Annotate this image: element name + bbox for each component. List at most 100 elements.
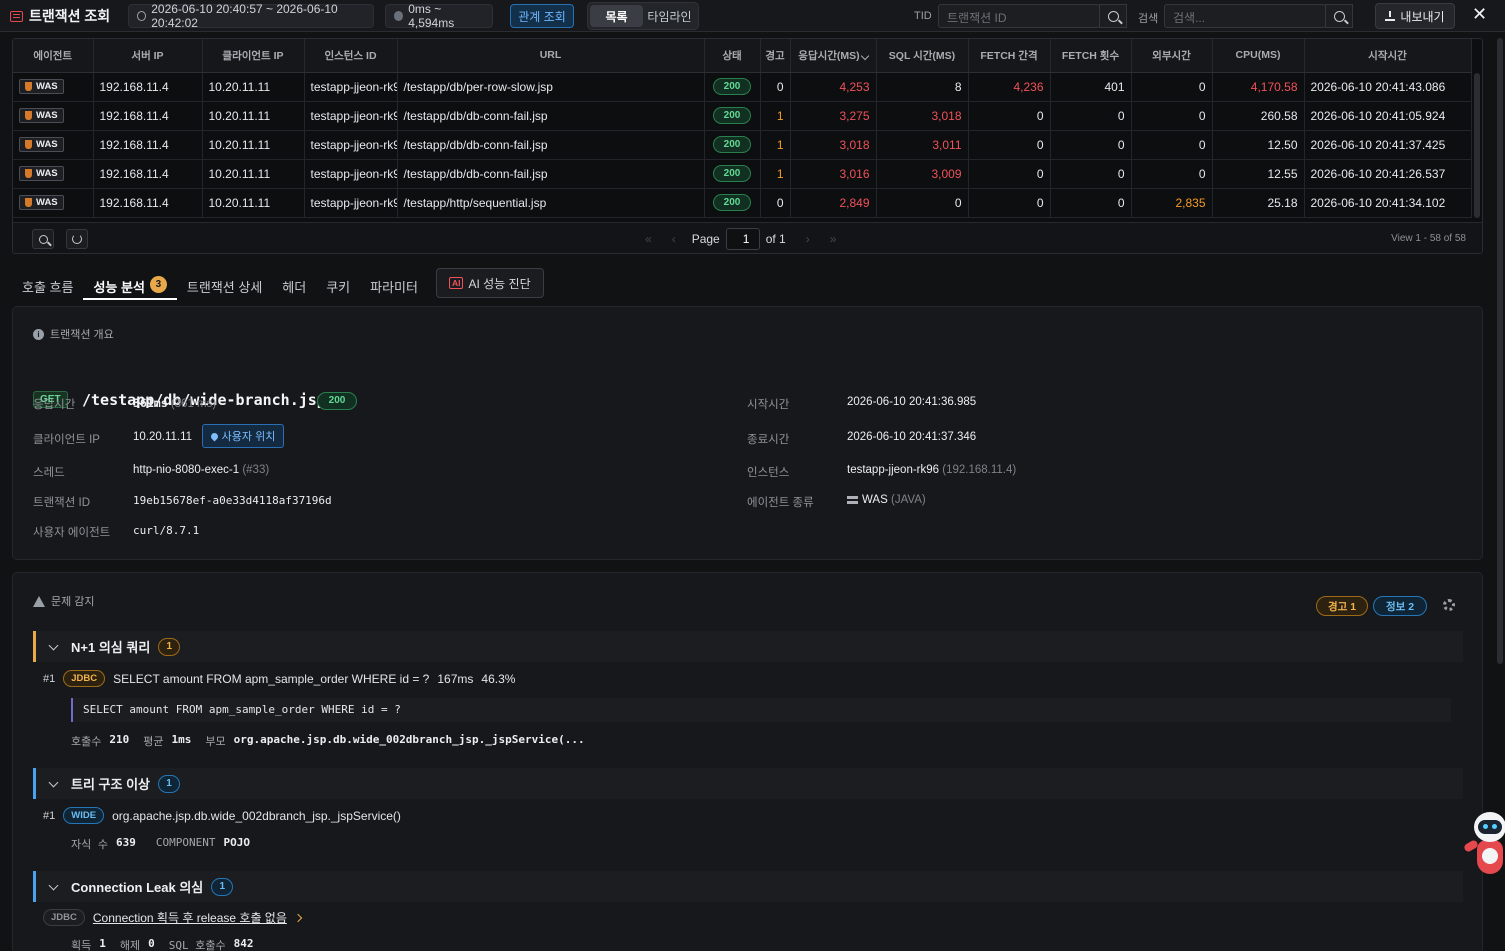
last-page-icon[interactable]: » (830, 232, 837, 246)
table-scrollbar[interactable] (1474, 73, 1480, 218)
cell-response-time: 3,275 (790, 101, 877, 131)
tab-cookie[interactable]: 쿠키 (316, 268, 360, 300)
resp-value-sub: (361 ms) (170, 398, 217, 410)
view-timeline-button[interactable]: 타임라인 (643, 5, 696, 27)
info-count-chip[interactable]: 정보 2 (1373, 596, 1427, 616)
table-row[interactable]: WAS 192.168.11.4 10.20.11.11 testapp-jje… (13, 159, 1472, 189)
tab-ai-diagnosis[interactable]: AI AI 성능 진단 (435, 268, 544, 298)
n1-item: #1 JDBC SELECT amount FROM apm_sample_or… (43, 670, 515, 687)
table-search-button[interactable] (32, 229, 54, 249)
agent-badge: WAS (19, 166, 64, 181)
cell-external-time: 0 (1131, 130, 1213, 160)
client-ip-label: 클라이언트 IP (33, 434, 100, 446)
cell-start-time: 2026-06-10 20:41:43.086 (1304, 72, 1472, 102)
agent-badge: WAS (19, 137, 64, 152)
section-n1-title: N+1 의심 쿼리 (71, 640, 151, 655)
view-list-button[interactable]: 목록 (590, 5, 643, 27)
tab-perf-analysis-label: 성능 분석 (93, 280, 145, 295)
table-row[interactable]: WAS 192.168.11.4 10.20.11.11 testapp-jje… (13, 130, 1472, 160)
agent-text: WAS (36, 139, 58, 150)
n1-avg-value: 1ms (171, 733, 192, 746)
section-n1-query[interactable]: N+1 의심 쿼리 1 (33, 631, 1463, 662)
search-icon (38, 234, 48, 244)
jdbc-tag: JDBC (63, 670, 106, 687)
export-button[interactable]: 내보내기 (1375, 3, 1455, 29)
leak-release-value: 0 (148, 937, 155, 950)
section-connection-leak[interactable]: Connection Leak 의심 1 (33, 871, 1463, 902)
page-scrollbar[interactable] (1497, 38, 1503, 664)
leak-desc-link[interactable]: Connection 획득 후 release 호출 없음 (93, 909, 287, 926)
col-warn[interactable]: 경고 (760, 39, 791, 73)
tab-header[interactable]: 헤더 (272, 268, 316, 300)
tab-perf-analysis[interactable]: 성능 분석 3 (83, 268, 177, 300)
tab-tx-detail[interactable]: 트랜잭션 상세 (177, 268, 272, 300)
warn-count-chip[interactable]: 경고 1 (1316, 596, 1368, 616)
col-instance[interactable]: 인스턴스 ID (304, 39, 398, 73)
col-fetch-gap[interactable]: FETCH 간격 (968, 39, 1051, 73)
tree-children-label: 자식 수 (71, 838, 108, 851)
col-fetch-count[interactable]: FETCH 횟수 (1050, 39, 1132, 73)
prev-page-icon[interactable]: ‹ (672, 232, 676, 246)
col-cpu[interactable]: CPU(MS) (1212, 39, 1305, 73)
col-sql-time[interactable]: SQL 시간(MS) (876, 39, 969, 73)
table-row[interactable]: WAS 192.168.11.4 10.20.11.11 testapp-jje… (13, 101, 1472, 131)
thread-value-text: http-nio-8080-exec-1 (133, 464, 240, 476)
view-count: View 1 - 58 of 58 (1391, 233, 1466, 244)
cell-fetch-gap: 0 (968, 101, 1051, 131)
thread-value-sub: (#33) (242, 464, 270, 476)
col-response-time[interactable]: 응답시간(MS) (790, 39, 877, 73)
section-tree-count: 1 (157, 774, 180, 793)
section-leak-title: Connection Leak 의심 (71, 880, 204, 895)
relation-query-button[interactable]: 관계 조회 (510, 4, 574, 28)
cell-server-ip: 192.168.11.4 (93, 159, 203, 189)
time-range-picker[interactable]: 2026-06-10 20:40:57 ~ 2026-06-10 20:42:0… (128, 2, 374, 30)
col-agent[interactable]: 에이전트 (13, 39, 94, 73)
col-start-time[interactable]: 시작시간 (1304, 39, 1472, 73)
first-page-icon[interactable]: « (645, 232, 652, 246)
tree-component-value: POJO (223, 836, 250, 849)
tid-search-button[interactable] (1099, 4, 1127, 28)
section-tree-anomaly[interactable]: 트리 구조 이상 1 (33, 768, 1463, 799)
resp-label: 응답시간 (33, 399, 76, 411)
next-page-icon[interactable]: › (806, 232, 810, 246)
page-input[interactable] (725, 228, 760, 250)
cell-instance: testapp-jjeon-rk9 (304, 72, 398, 102)
assistant-robot-icon[interactable] (1462, 812, 1505, 882)
col-url[interactable]: URL (397, 39, 705, 73)
col-status[interactable]: 상태 (704, 39, 761, 73)
cell-fetch-count: 401 (1050, 72, 1132, 102)
agent-text: WAS (36, 168, 58, 179)
tab-param[interactable]: 파라미터 (360, 268, 428, 300)
table-row[interactable]: WAS 192.168.11.4 10.20.11.11 testapp-jje… (13, 72, 1472, 102)
tid-input[interactable]: 트랜잭션 ID (938, 4, 1100, 28)
leak-item[interactable]: JDBC Connection 획득 후 release 호출 없음 (43, 909, 303, 926)
cell-sql-time: 3,011 (876, 130, 969, 160)
warning-icon (33, 595, 45, 607)
cell-response-time: 3,016 (790, 159, 877, 189)
download-icon (1385, 11, 1396, 21)
col-server-ip[interactable]: 서버 IP (93, 39, 203, 73)
detail-tabs: 호출 흐름 성능 분석 3 트랜잭션 상세 헤더 쿠키 파라미터 AI AI 성… (12, 268, 544, 302)
col-external-time[interactable]: 외부시간 (1131, 39, 1213, 73)
thread-value: http-nio-8080-exec-1 (#33) (133, 464, 269, 476)
col-client-ip[interactable]: 클라이언트 IP (202, 39, 305, 73)
n1-calls-label: 호출수 (71, 735, 102, 748)
overview-heading: i 트랜잭션 개요 (33, 326, 114, 342)
gear-icon[interactable] (1443, 599, 1455, 611)
end-value: 2026-06-10 20:41:37.346 (847, 431, 977, 443)
search-button[interactable] (1325, 4, 1353, 28)
tab-ai-label: AI 성능 진단 (468, 276, 531, 291)
cell-fetch-gap: 4,236 (968, 72, 1051, 102)
tab-call-flow[interactable]: 호출 흐름 (12, 268, 83, 300)
user-location-button[interactable]: 사용자 위치 (202, 424, 284, 448)
duration-filter[interactable]: 0ms ~ 4,594ms (385, 2, 493, 30)
cell-cpu: 12.55 (1212, 159, 1305, 189)
status-badge: 200 (713, 194, 751, 211)
table-row[interactable]: WAS 192.168.11.4 10.20.11.11 testapp-jje… (13, 188, 1472, 218)
section-leak-count: 1 (211, 877, 234, 896)
search-input[interactable]: 검색... (1164, 4, 1326, 28)
table-refresh-button[interactable] (66, 229, 88, 249)
close-button[interactable]: ✕ (1472, 4, 1487, 25)
leak-sql-value: 842 (233, 937, 254, 950)
tree-method: org.apache.jsp.db.wide_002dbranch_jsp._j… (112, 808, 401, 823)
